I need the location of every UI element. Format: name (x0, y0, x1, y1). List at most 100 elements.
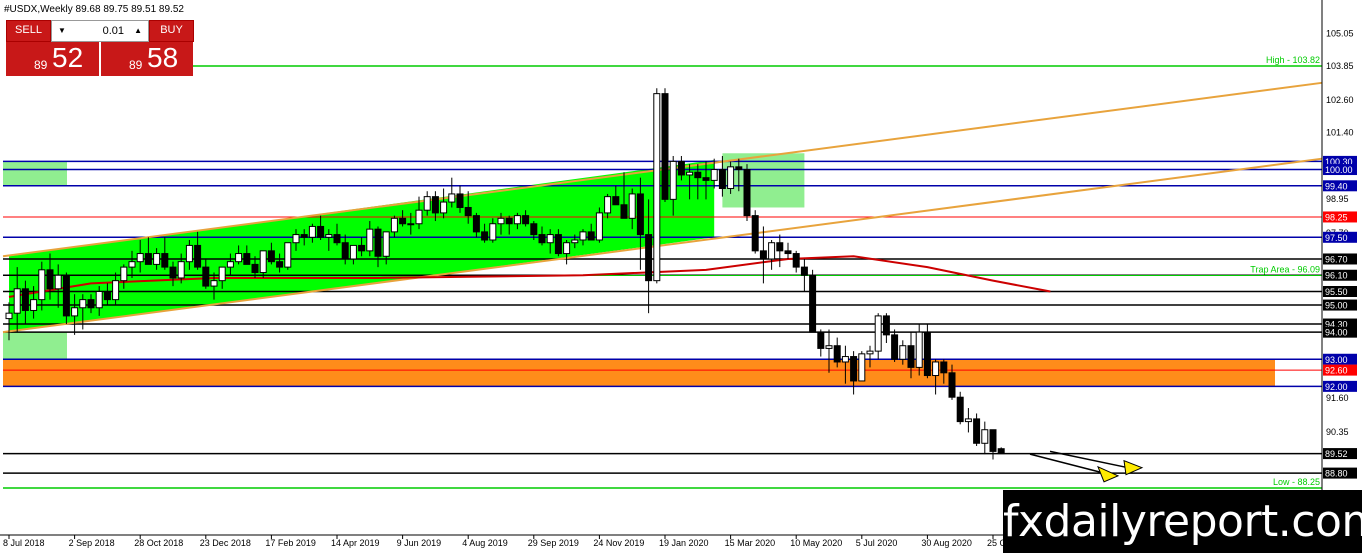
candle-body (399, 217, 407, 225)
candle-body (226, 261, 234, 268)
candle-body (530, 223, 538, 236)
candle-body (358, 244, 366, 252)
candle-body (276, 261, 284, 268)
candle-body (349, 244, 357, 260)
candle-body (95, 291, 103, 309)
candle-body (292, 234, 300, 244)
candle-body (366, 228, 374, 252)
candle-body (317, 225, 325, 238)
price-tick-label: 105.05 (1326, 29, 1354, 39)
price-tag-label: 95.00 (1325, 301, 1348, 311)
candle-body (759, 250, 767, 260)
candle-body (341, 242, 349, 260)
candle-body (505, 217, 513, 225)
price-tag-label: 97.50 (1325, 233, 1348, 243)
chevron-down-icon[interactable]: ▼ (58, 21, 66, 41)
candle-body (522, 215, 530, 225)
level-annotation: High - 103.82 (1266, 55, 1320, 65)
candle-body (718, 169, 726, 190)
candle-body (456, 193, 464, 208)
price-tag-label: 100.00 (1325, 165, 1353, 175)
candle-body (636, 193, 644, 236)
candle-body (817, 331, 825, 349)
candle-body (243, 253, 251, 265)
sell-button[interactable]: SELL (6, 20, 51, 42)
buy-price[interactable]: 89 58 (101, 42, 193, 76)
candle-body (686, 171, 694, 176)
candle-body (579, 231, 587, 241)
candle-body (513, 215, 521, 225)
price-tag-label: 94.00 (1325, 328, 1348, 338)
candle-body (661, 93, 669, 200)
time-tick-label: 9 Jun 2019 (397, 538, 442, 548)
time-tick-label: 30 Aug 2020 (921, 538, 972, 548)
candle-body (710, 169, 718, 181)
buy-button[interactable]: BUY (149, 20, 194, 42)
candle-body (923, 331, 931, 377)
level-annotation: Trap Area - 96.09 (1250, 265, 1320, 275)
candle-body (595, 212, 603, 241)
time-tick-label: 19 Jan 2020 (659, 538, 709, 548)
candle-body (46, 269, 54, 290)
buy-price-small: 89 (129, 58, 143, 72)
candle-body (620, 204, 628, 219)
candle-body (440, 201, 448, 214)
candle-body (866, 350, 874, 355)
time-tick-label: 8 Jul 2018 (3, 538, 45, 548)
candle-body (538, 234, 546, 244)
sell-price[interactable]: 89 52 (6, 42, 99, 76)
price-tag-label: 95.50 (1325, 287, 1348, 297)
time-tick-label: 24 Nov 2019 (593, 538, 644, 548)
candle-body (727, 166, 735, 190)
candle-body (964, 418, 972, 423)
candle-body (210, 280, 218, 287)
candle-body (850, 356, 858, 382)
candle-body (423, 196, 431, 211)
candle-body (743, 169, 751, 217)
candle-body (694, 171, 702, 179)
candle-body (390, 217, 398, 233)
candle-body (407, 223, 415, 226)
candle-body (333, 234, 341, 244)
candle-body (300, 234, 308, 238)
candle-body (915, 331, 923, 368)
time-tick-label: 10 May 2020 (790, 538, 842, 548)
candle-body (628, 193, 636, 219)
candle-body (153, 253, 161, 265)
candle-body (907, 345, 915, 368)
price-tick-label: 91.60 (1326, 393, 1349, 403)
ohlc-readout: 89.68 89.75 89.51 89.52 (75, 4, 184, 15)
candle-body (981, 429, 989, 444)
candle-body (267, 250, 275, 263)
time-tick-label: 14 Apr 2019 (331, 538, 380, 548)
price-tag-label: 98.25 (1325, 212, 1348, 222)
candle-body (563, 242, 571, 255)
chevron-up-icon[interactable]: ▲ (134, 21, 142, 41)
price-tag-label: 96.10 (1325, 271, 1348, 281)
candle-body (891, 334, 899, 360)
sell-price-big: 52 (52, 42, 84, 73)
candle-body (177, 261, 185, 279)
candle-body (128, 261, 136, 268)
candle-body (235, 253, 243, 263)
candle-body (833, 345, 841, 363)
candle-body (677, 160, 685, 176)
candle-body (38, 269, 46, 301)
candle-body (185, 244, 193, 263)
candle-body (21, 288, 29, 311)
time-tick-label: 5 Jul 2020 (856, 538, 898, 548)
candle-body (653, 93, 661, 282)
time-tick-label: 23 Dec 2018 (200, 538, 251, 548)
candle-body (489, 223, 497, 241)
one-click-trade-panel: SELL ▼ 0.01 ▲ BUY 89 52 89 58 (6, 20, 194, 76)
support-zone (3, 359, 1275, 387)
candle-body (30, 299, 38, 311)
candle-body (415, 209, 423, 225)
candle-body (87, 299, 95, 309)
buy-label: BUY (160, 24, 183, 36)
candle-body (948, 372, 956, 398)
lot-size-input[interactable]: ▼ 0.01 ▲ (51, 20, 149, 42)
price-tick-label: 103.85 (1326, 61, 1354, 71)
candle-body (546, 234, 554, 244)
candle-body (431, 196, 439, 214)
